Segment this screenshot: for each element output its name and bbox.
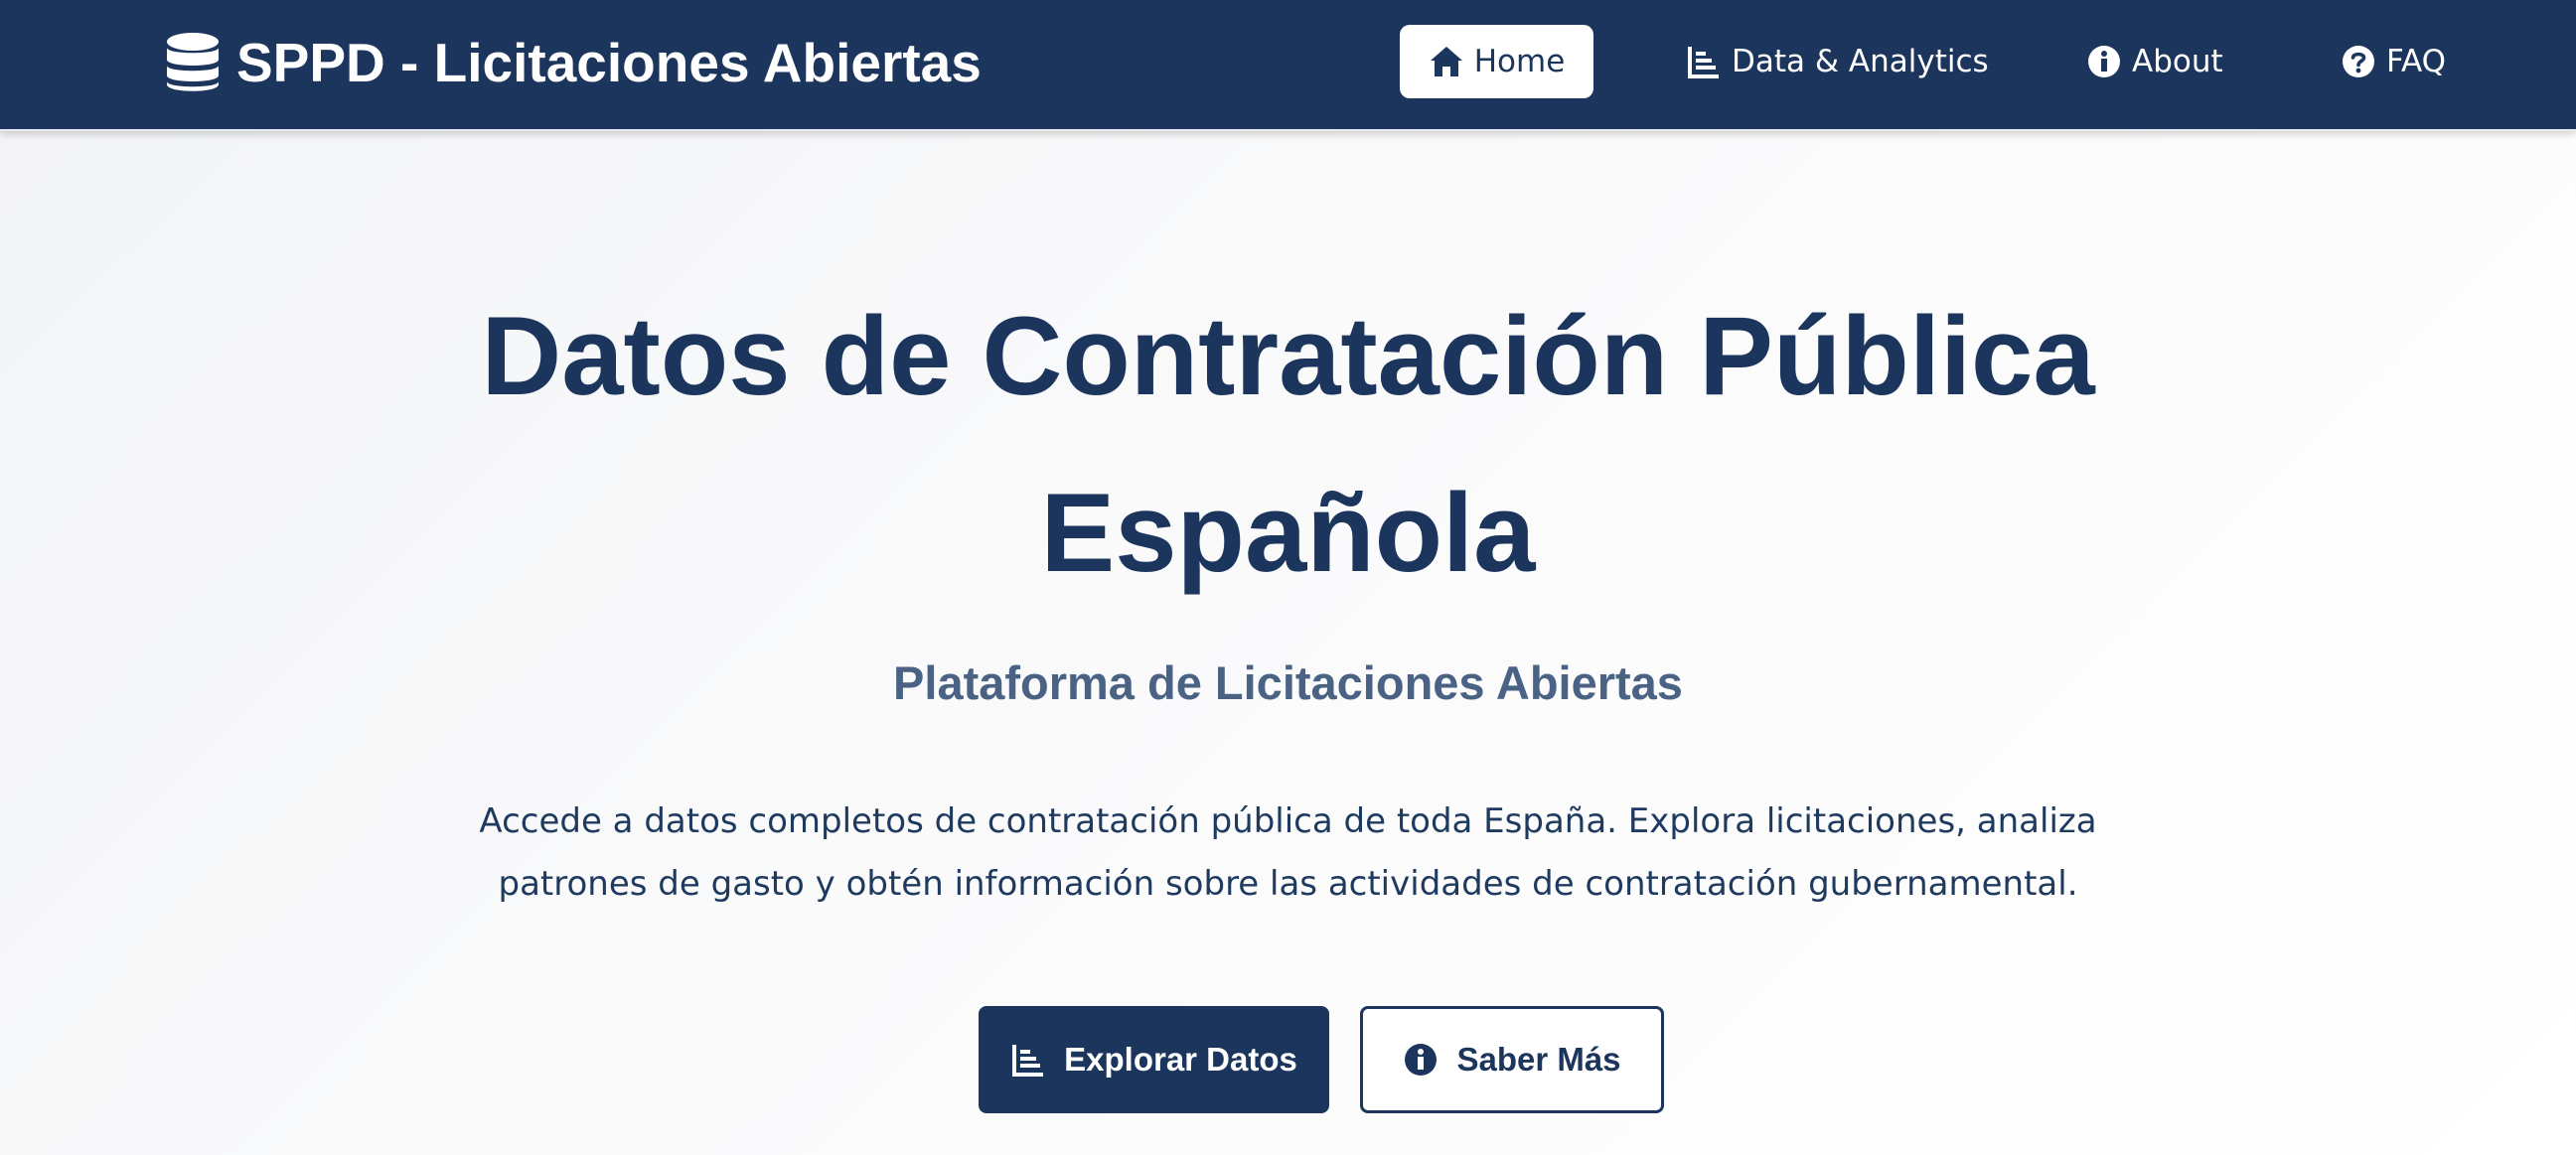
info-icon [2086, 44, 2122, 79]
question-icon [2341, 44, 2376, 79]
learn-more-button-label: Saber Más [1456, 1041, 1621, 1078]
nav-data-analytics[interactable]: Data & Analytics [1686, 25, 1989, 98]
brand-link[interactable]: SPPD - Licitaciones Abiertas [165, 28, 982, 97]
nav-data-analytics-label: Data & Analytics [1732, 44, 1989, 79]
chart-icon [1686, 44, 1722, 79]
nav-about[interactable]: About [2086, 25, 2223, 98]
explore-data-button-label: Explorar Datos [1064, 1041, 1297, 1078]
hero-description-line-2: patrones de gasto y obtén información so… [498, 864, 2078, 904]
nav-home[interactable]: Home [1400, 25, 1593, 98]
nav-home-label: Home [1473, 44, 1566, 79]
hero-title-line-1: Datos de Contratación Pública [481, 294, 2095, 418]
nav-faq-label: FAQ [2386, 44, 2447, 79]
chart-icon [1010, 1042, 1046, 1078]
home-icon [1429, 44, 1464, 79]
database-icon [165, 32, 221, 93]
brand-title: SPPD - Licitaciones Abiertas [236, 32, 982, 93]
hero-description-line-1: Accede a datos completos de contratación… [479, 801, 2097, 841]
learn-more-button[interactable]: Saber Más [1360, 1006, 1664, 1113]
navbar: SPPD - Licitaciones Abiertas Home Data &… [0, 0, 2576, 131]
nav-about-label: About [2132, 44, 2223, 79]
hero-title: Datos de Contratación Pública Española [0, 268, 2576, 622]
info-icon [1403, 1042, 1439, 1078]
explore-data-button[interactable]: Explorar Datos [979, 1006, 1329, 1113]
hero-title-line-2: Española [1040, 471, 1536, 595]
hero-subtitle: Plataforma de Licitaciones Abiertas [893, 656, 1683, 709]
hero-description: Accede a datos completos de contratación… [0, 791, 2576, 916]
nav-faq[interactable]: FAQ [2341, 25, 2446, 98]
